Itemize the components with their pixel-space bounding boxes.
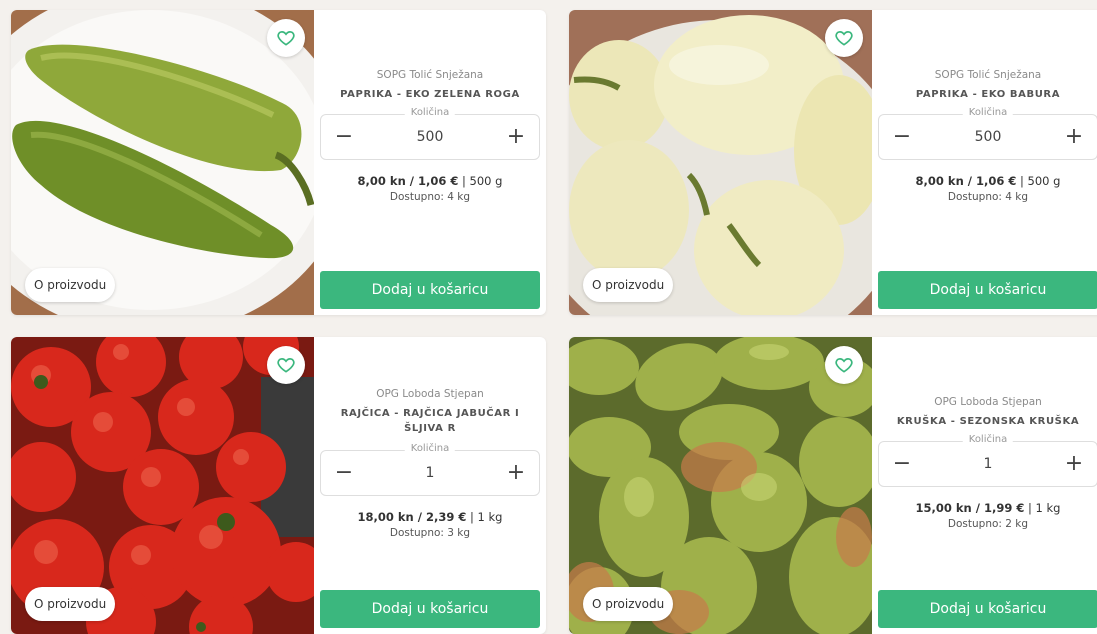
product-info: OPG Loboda Stjepan RAJČICA - RAJČICA JAB…: [314, 337, 546, 634]
product-name: RAJČICA - RAJČICA JABUČAR I ŠLJIVA R: [340, 408, 520, 434]
product-image-green-peppers[interactable]: O proizvodu: [11, 10, 314, 315]
quantity-stepper: Količina − +: [320, 443, 540, 496]
price: 8,00 kn / 1,06 € | 500 g: [878, 173, 1097, 189]
availability: Dostupno: 3 kg: [389, 527, 471, 539]
decrease-quantity-button[interactable]: −: [891, 453, 913, 475]
product-card: O proizvodu OPG Loboda Stjepan RAJČICA -…: [11, 337, 546, 634]
quantity-input[interactable]: [928, 456, 1048, 472]
price-unit: | 500 g: [1016, 174, 1061, 188]
about-product-button[interactable]: O proizvodu: [25, 587, 116, 621]
quantity-input[interactable]: [370, 465, 490, 481]
product-info: SOPG Tolić Snježana PAPRIKA - EKO ZELENA…: [314, 10, 546, 315]
heart-outline-icon: [277, 358, 295, 373]
availability: Dostupno: 4 kg: [947, 191, 1029, 203]
price: 8,00 kn / 1,06 € | 500 g: [320, 173, 540, 189]
decrease-quantity-button[interactable]: −: [333, 126, 355, 148]
price-value: 18,00 kn / 2,39 €: [357, 510, 467, 524]
add-to-cart-button[interactable]: Dodaj u košaricu: [878, 271, 1097, 309]
favorite-button[interactable]: [267, 346, 305, 384]
price-unit: | 1 kg: [466, 510, 503, 524]
heart-outline-icon: [835, 31, 853, 46]
product-name: KRUŠKA - SEZONSKA KRUŠKA: [896, 416, 1080, 427]
product-card: O proizvodu OPG Loboda Stjepan KRUŠKA - …: [569, 337, 1097, 634]
favorite-button[interactable]: [267, 19, 305, 57]
increase-quantity-button[interactable]: +: [1063, 453, 1085, 475]
product-card: O proizvodu SOPG Tolić Snježana PAPRIKA …: [11, 10, 546, 315]
price-value: 15,00 kn / 1,99 €: [915, 501, 1025, 515]
heart-outline-icon: [277, 31, 295, 46]
increase-quantity-button[interactable]: +: [1063, 126, 1085, 148]
product-name: PAPRIKA - EKO BABURA: [915, 89, 1061, 100]
price: 15,00 kn / 1,99 € | 1 kg: [878, 500, 1097, 516]
add-to-cart-button[interactable]: Dodaj u košaricu: [320, 271, 540, 309]
product-image-tomatoes[interactable]: O proizvodu: [11, 337, 314, 634]
producer-name: SOPG Tolić Snježana: [376, 69, 484, 81]
quantity-label: Količina: [962, 434, 1014, 445]
about-product-button[interactable]: O proizvodu: [583, 587, 674, 621]
price-value: 8,00 kn / 1,06 €: [357, 174, 459, 188]
product-image-white-peppers[interactable]: O proizvodu: [569, 10, 872, 315]
product-info: SOPG Tolić Snježana PAPRIKA - EKO BABURA…: [872, 10, 1097, 315]
quantity-label: Količina: [404, 107, 456, 118]
producer-name: SOPG Tolić Snježana: [934, 69, 1042, 81]
availability: Dostupno: 2 kg: [947, 518, 1029, 530]
price-unit: | 500 g: [458, 174, 503, 188]
quantity-stepper: Količina − +: [320, 107, 540, 160]
increase-quantity-button[interactable]: +: [505, 462, 527, 484]
quantity-label: Količina: [404, 443, 456, 454]
decrease-quantity-button[interactable]: −: [891, 126, 913, 148]
heart-outline-icon: [835, 358, 853, 373]
quantity-stepper: Količina − +: [878, 107, 1097, 160]
quantity-stepper: Količina − +: [878, 434, 1097, 487]
availability: Dostupno: 4 kg: [389, 191, 471, 203]
producer-name: OPG Loboda Stjepan: [934, 396, 1042, 408]
producer-name: OPG Loboda Stjepan: [376, 388, 484, 400]
decrease-quantity-button[interactable]: −: [333, 462, 355, 484]
quantity-input[interactable]: [928, 129, 1048, 145]
price: 18,00 kn / 2,39 € | 1 kg: [320, 509, 540, 525]
product-card: O proizvodu SOPG Tolić Snježana PAPRIKA …: [569, 10, 1097, 315]
about-product-button[interactable]: O proizvodu: [583, 268, 674, 302]
product-name: PAPRIKA - EKO ZELENA ROGA: [340, 89, 520, 100]
favorite-button[interactable]: [825, 346, 863, 384]
add-to-cart-button[interactable]: Dodaj u košaricu: [320, 590, 540, 628]
price-value: 8,00 kn / 1,06 €: [915, 174, 1017, 188]
add-to-cart-button[interactable]: Dodaj u košaricu: [878, 590, 1097, 628]
quantity-input[interactable]: [370, 129, 490, 145]
favorite-button[interactable]: [825, 19, 863, 57]
price-unit: | 1 kg: [1024, 501, 1061, 515]
product-image-pears[interactable]: O proizvodu: [569, 337, 872, 634]
quantity-label: Količina: [962, 107, 1014, 118]
increase-quantity-button[interactable]: +: [505, 126, 527, 148]
about-product-button[interactable]: O proizvodu: [25, 268, 116, 302]
product-info: OPG Loboda Stjepan KRUŠKA - SEZONSKA KRU…: [872, 337, 1097, 634]
